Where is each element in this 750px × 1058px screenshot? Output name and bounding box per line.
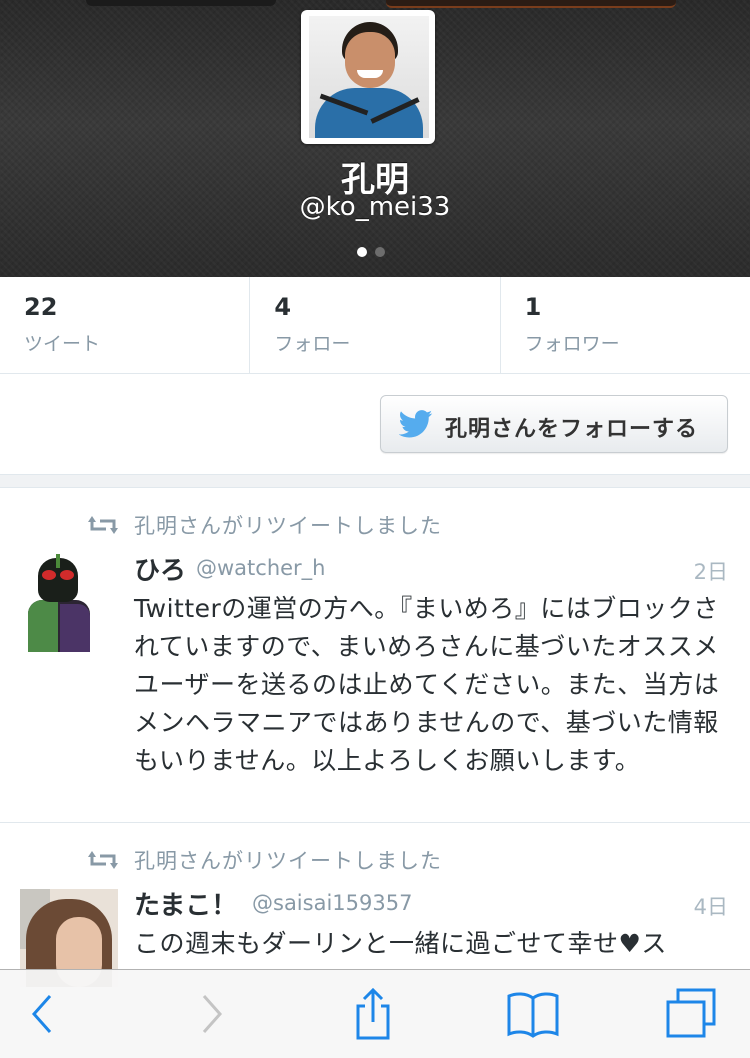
- follow-section: 孔明さんをフォローする: [0, 374, 750, 474]
- status-bar-segment: [386, 0, 676, 8]
- retweet-notice-text: 孔明さんがリツイートしました: [134, 514, 442, 538]
- stat-tweets-label: ツイート: [24, 333, 101, 355]
- tweet-item[interactable]: 孔明さんがリツイートしました たまこ！ @saisai159357 4日 この週…: [0, 823, 750, 987]
- stat-tweets[interactable]: 22 ツイート: [0, 277, 251, 373]
- tweet-text: Twitterの運営の方へ。『まいめろ』にはブロックされていますので、まいめろさ…: [134, 594, 720, 775]
- stat-tweets-count: 22: [24, 293, 58, 321]
- tweet-timestamp: 2日: [693, 560, 728, 584]
- tweet-author-handle[interactable]: @watcher_h: [196, 556, 326, 580]
- twitter-bird-icon: [399, 410, 433, 438]
- tweet-text: この週末もダーリンと一緒に過ごせて幸せ♥ス: [134, 929, 667, 958]
- section-divider: [0, 474, 750, 488]
- page-indicator[interactable]: [357, 247, 393, 257]
- tweet-timestamp: 4日: [693, 895, 728, 919]
- stat-following-label: フォロー: [274, 333, 351, 355]
- tweet-author-name[interactable]: ひろ: [134, 550, 186, 587]
- stat-followers[interactable]: 1 フォロワー: [501, 277, 750, 373]
- profile-stats: 22 ツイート 4 フォロー 1 フォロワー: [0, 277, 750, 374]
- retweet-icon: [88, 516, 118, 534]
- tabs-icon[interactable]: [664, 988, 718, 1040]
- profile-avatar[interactable]: [301, 10, 435, 144]
- follow-button[interactable]: 孔明さんをフォローする: [380, 395, 728, 453]
- tweet-item[interactable]: 孔明さんがリツイートしました ひろ @watcher_h 2日 Twitterの…: [0, 488, 750, 823]
- browser-toolbar: [0, 969, 750, 1058]
- tweet-author-name[interactable]: たまこ！: [134, 885, 237, 922]
- stat-following-count: 4: [274, 293, 292, 321]
- stat-followers-label: フォロワー: [524, 333, 620, 355]
- avatar-photo: [309, 16, 429, 138]
- bookmarks-icon[interactable]: [506, 988, 560, 1040]
- page-dot-active: [357, 247, 367, 257]
- forward-icon[interactable]: [184, 988, 238, 1040]
- profile-header: 孔明 @ko_mei33: [0, 0, 750, 277]
- status-bar-segment: [86, 0, 276, 6]
- profile-username: @ko_mei33: [299, 192, 451, 222]
- tweet-author-handle[interactable]: @saisai159357: [252, 891, 412, 915]
- share-icon[interactable]: [346, 988, 400, 1040]
- follow-button-label: 孔明さんをフォローする: [445, 417, 699, 442]
- stat-followers-count: 1: [524, 293, 542, 321]
- page-dot-inactive: [375, 247, 385, 257]
- stat-following[interactable]: 4 フォロー: [250, 277, 501, 373]
- retweet-icon: [88, 851, 118, 869]
- tweet-author-avatar[interactable]: [20, 554, 118, 652]
- retweet-notice-text: 孔明さんがリツイートしました: [134, 849, 442, 873]
- back-icon[interactable]: [16, 988, 70, 1040]
